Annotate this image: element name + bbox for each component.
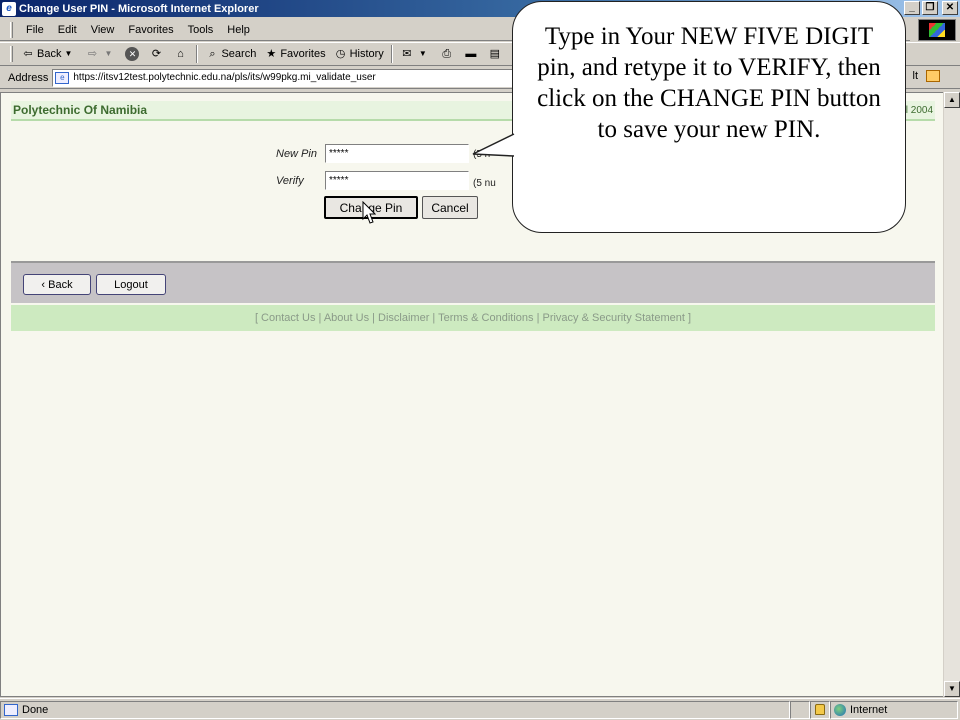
links-folder-icon[interactable] (926, 70, 940, 82)
links-toolbar: lt (913, 70, 940, 82)
print-button[interactable]: ⎙ (436, 44, 460, 64)
edit-button[interactable]: ▬ (460, 44, 484, 64)
scroll-up-icon[interactable]: ▲ (944, 92, 960, 108)
back-button[interactable]: ‹ Back (23, 274, 91, 295)
close-button[interactable]: ✕ (942, 1, 958, 15)
windows-logo-icon (918, 19, 956, 41)
instruction-callout: Type in Your NEW FIVE DIGIT pin, and ret… (512, 1, 906, 233)
page-icon: e (55, 71, 70, 84)
discuss-button[interactable]: ▤ (484, 44, 508, 64)
verify-pin-hint: (5 nu (473, 178, 496, 189)
forward-arrow-icon: ⇨ (87, 48, 98, 60)
zone-cell: Internet (830, 700, 958, 719)
address-url: https://itsv12test.polytechnic.edu.na/pl… (73, 72, 376, 83)
search-toolbar-button[interactable]: ⌕ Search (201, 44, 260, 64)
favorites-folder-icon: ★ (266, 48, 277, 60)
mouse-cursor-icon (362, 201, 376, 224)
minimize-button[interactable]: _ (904, 1, 920, 15)
history-toolbar-button[interactable]: ◷ History (330, 44, 388, 64)
edit-icon: ▬ (465, 48, 477, 60)
menu-edit[interactable]: Edit (51, 24, 84, 36)
status-empty-cell (790, 700, 810, 719)
history-icon: ◷ (335, 48, 346, 60)
restore-button[interactable]: ❐ (922, 1, 938, 15)
page-icon (4, 703, 18, 716)
scroll-down-icon[interactable]: ▼ (944, 681, 960, 697)
back-toolbar-label: Back (37, 48, 62, 60)
status-bar: Done Internet (0, 698, 960, 720)
window-title: Change User PIN - Microsoft Internet Exp… (19, 2, 259, 15)
toolbar-grip (10, 46, 13, 62)
internet-globe-icon (834, 703, 846, 716)
lock-icon (815, 704, 825, 715)
forward-toolbar-button[interactable]: ⇨ ▼ (81, 44, 121, 64)
links-label[interactable]: lt (913, 70, 919, 82)
toolbar-separator (390, 45, 393, 63)
back-arrow-icon: ⇦ (23, 48, 33, 60)
mail-button[interactable]: ✉ ▼ (396, 44, 436, 64)
dropdown-arrow-icon[interactable]: ▼ (61, 47, 75, 61)
refresh-icon: ⟳ (151, 48, 162, 60)
refresh-button[interactable]: ⟳ (145, 44, 169, 64)
status-text: Done (22, 703, 49, 716)
vertical-scrollbar[interactable]: ▲ ▼ (943, 92, 960, 697)
menu-view[interactable]: View (84, 24, 122, 36)
site-title: Polytechnic Of Namibia (13, 103, 148, 117)
verify-label: Verify (276, 175, 304, 187)
new-pin-label: New Pin (276, 148, 317, 160)
discuss-icon: ▤ (489, 48, 501, 60)
address-label: Address (8, 71, 49, 84)
home-icon: ⌂ (177, 48, 184, 60)
callout-pointer (472, 133, 515, 157)
footer-links[interactable]: [ Contact Us | About Us | Disclaimer | T… (11, 305, 935, 331)
menu-tools[interactable]: Tools (181, 24, 221, 36)
site-date: il 2004 (903, 105, 933, 116)
search-toolbar-label: Search (221, 48, 257, 60)
window-controls: _ ❐ ✕ (904, 1, 958, 15)
menu-help[interactable]: Help (220, 24, 257, 36)
back-toolbar-button[interactable]: ⇦ Back ▼ (17, 44, 81, 64)
favorites-toolbar-button[interactable]: ★ Favorites (260, 44, 329, 64)
search-icon: ⌕ (209, 48, 216, 60)
security-cell[interactable] (810, 700, 830, 719)
cancel-button[interactable]: Cancel (422, 196, 478, 219)
menu-file[interactable]: File (19, 24, 51, 36)
mail-icon: ✉ (402, 48, 412, 60)
menu-favorites[interactable]: Favorites (121, 24, 180, 36)
history-toolbar-label: History (349, 48, 384, 60)
home-button[interactable]: ⌂ (169, 44, 193, 64)
new-pin-input[interactable] (325, 144, 469, 163)
print-icon: ⎙ (442, 48, 452, 60)
zone-text: Internet (850, 703, 888, 716)
stop-button[interactable]: ✕ (121, 44, 145, 64)
address-input[interactable]: e https://itsv12test.polytechnic.edu.na/… (52, 68, 533, 87)
stop-icon: ✕ (125, 47, 140, 61)
toolbar-separator (196, 45, 199, 63)
status-text-cell: Done (0, 700, 790, 719)
ie-logo-icon: e (2, 1, 16, 16)
verify-pin-input[interactable] (325, 171, 469, 190)
dropdown-arrow-icon[interactable]: ▼ (416, 47, 430, 61)
dropdown-arrow-icon[interactable]: ▼ (101, 47, 115, 61)
menu-grip (10, 21, 13, 38)
logout-button[interactable]: Logout (96, 274, 166, 295)
navigation-bar: ‹ Back Logout (11, 261, 935, 303)
favorites-toolbar-label: Favorites (280, 48, 326, 60)
